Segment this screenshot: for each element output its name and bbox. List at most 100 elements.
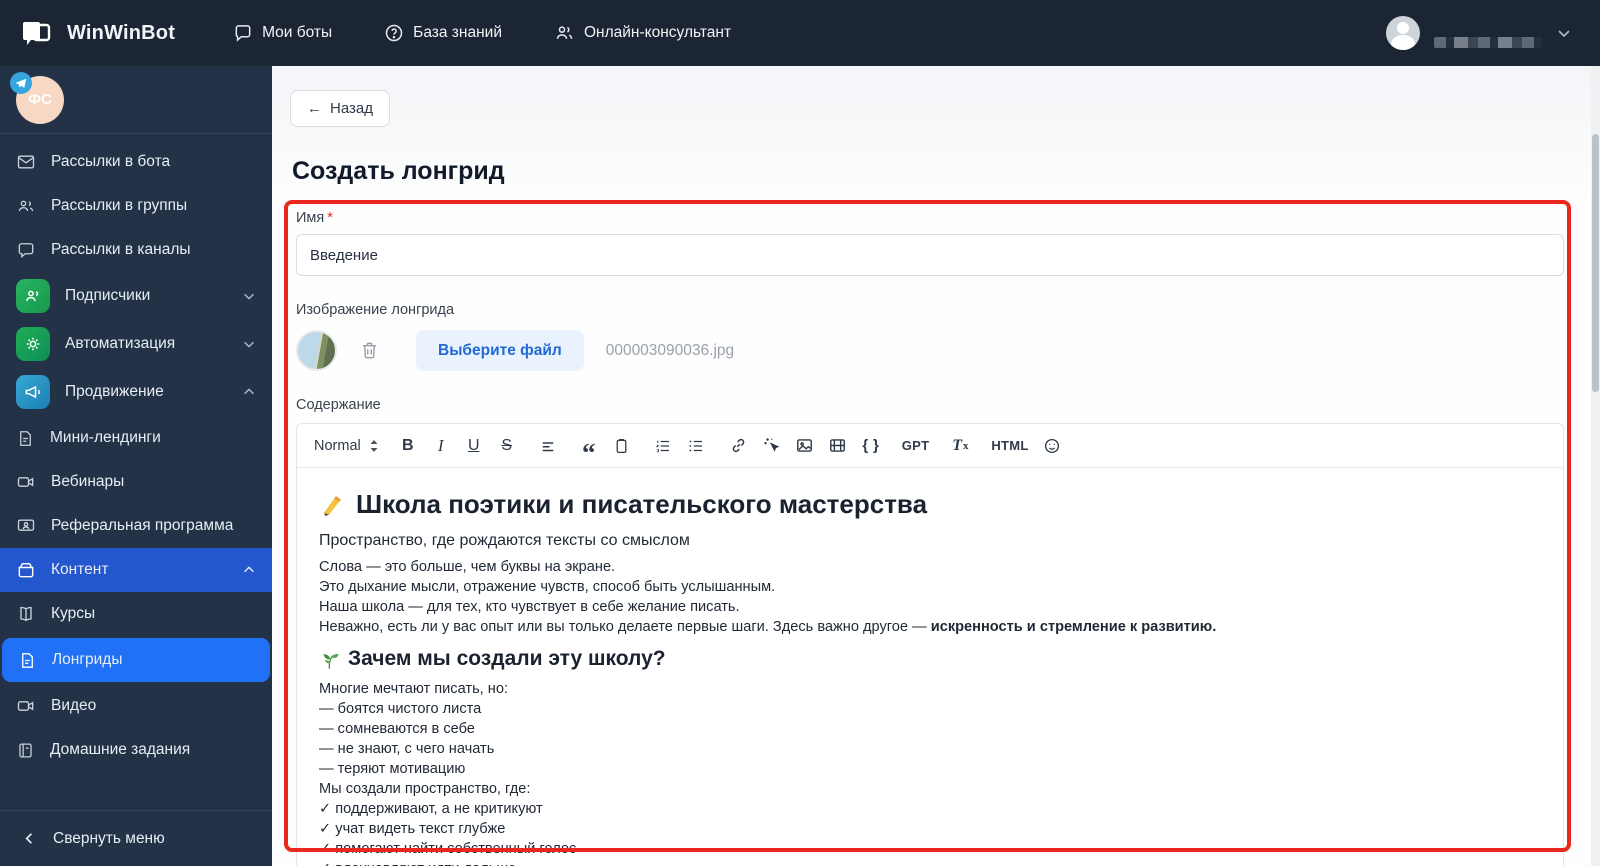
strikethrough-button[interactable]: S	[494, 431, 520, 461]
list-item: — боятся чистого листа	[319, 701, 482, 717]
italic-button[interactable]: I	[428, 431, 454, 461]
list-item: ✓ поддерживают, а не критикуют	[319, 801, 543, 817]
nav-knowledge-base[interactable]: База знаний	[384, 23, 502, 43]
editor-toolbar: Normal B I U S “ {} GPT T x HTML	[297, 424, 1563, 468]
question-circle-icon	[384, 23, 404, 43]
sidebar-item-automation[interactable]: Автоматизация	[0, 320, 272, 368]
scrollbar-track[interactable]	[1591, 66, 1600, 866]
sidebar-item-longreads[interactable]: Лонгриды	[2, 638, 270, 682]
subscribers-icon	[16, 279, 50, 313]
writing-hand-emoji	[319, 491, 346, 518]
brand[interactable]: WinWinBot	[20, 16, 175, 50]
telegram-badge-icon	[10, 71, 32, 94]
image-thumbnail[interactable]	[296, 330, 337, 371]
page-title: Создать лонгрид	[292, 157, 505, 185]
back-button[interactable]: ← Назад	[290, 90, 390, 127]
gpt-button[interactable]: GPT	[899, 431, 933, 461]
sidebar-profile[interactable]: ФС	[0, 66, 272, 134]
required-asterisk: *	[327, 210, 333, 226]
clipboard-button[interactable]	[609, 431, 635, 461]
blockquote-button[interactable]: “	[576, 431, 602, 466]
sidebar: ФС Рассылки в бота Рассылки в группы Рас…	[0, 66, 272, 866]
envelope-icon	[16, 152, 36, 172]
name-label: Имя *	[296, 210, 333, 226]
sidebar-item-subscribers[interactable]: Подписчики	[0, 272, 272, 320]
sidebar-item-mini-landings[interactable]: Мини-лендинги	[0, 416, 272, 460]
sidebar-item-content[interactable]: Контент	[0, 548, 272, 592]
nav-online-consultant-label: Онлайн-консультант	[583, 24, 732, 41]
sidebar-nav: Рассылки в бота Рассылки в группы Рассыл…	[0, 134, 272, 810]
sidebar-item-broadcast-bot[interactable]: Рассылки в бота	[0, 140, 272, 184]
video-embed-button[interactable]	[825, 431, 851, 461]
underline-button[interactable]: U	[461, 431, 487, 461]
sidebar-item-courses[interactable]: Курсы	[0, 592, 272, 636]
redacted-bot-name	[78, 84, 220, 116]
paragraph: Это дыхание мысли, отражение чувств, спо…	[319, 579, 776, 595]
paragraph: Многие мечтают писать, но:	[319, 681, 509, 697]
rich-text-editor: Normal B I U S “ {} GPT T x HTML Школа …	[296, 423, 1564, 866]
chevron-down-icon	[242, 289, 256, 303]
magic-cursor-button[interactable]	[759, 431, 785, 461]
clear-formatting-button[interactable]: Tx	[947, 431, 973, 461]
chevron-down-icon	[242, 337, 256, 351]
winwinbot-app: WinWinBot Мои боты База знаний Онлайн-ко…	[0, 0, 1600, 866]
nav-my-bots-label: Мои боты	[262, 24, 333, 41]
image-row: Выберите файл 000003090036.jpg	[296, 330, 1564, 371]
delete-image-button[interactable]	[359, 340, 380, 361]
chevron-left-icon	[22, 831, 37, 846]
top-nav: Мои боты База знаний Онлайн-консультант	[233, 23, 731, 43]
gear-icon	[16, 327, 50, 361]
bullet-list-button[interactable]	[683, 431, 709, 461]
choose-file-button[interactable]: Выберите файл	[416, 330, 584, 371]
html-button[interactable]: HTML	[988, 431, 1031, 461]
longread-h1: Школа поэтики и писательского мастерства	[319, 489, 1541, 520]
paragraph-style-select[interactable]: Normal	[311, 431, 382, 461]
name-input[interactable]	[296, 234, 1564, 276]
list-item: — теряют мотивацию	[319, 761, 466, 777]
sidebar-item-video[interactable]: Видео	[0, 684, 272, 728]
main-content: ← Назад Создать лонгрид Имя* Изображение…	[272, 66, 1600, 866]
open-book-icon	[16, 604, 36, 624]
link-button[interactable]	[726, 431, 752, 461]
sidebar-item-homework[interactable]: Домашние задания	[0, 728, 272, 772]
select-arrows-icon	[369, 439, 379, 453]
chat-bubble-icon	[233, 23, 253, 43]
list-item: ✓ вдохновляют идти дальше	[319, 859, 1541, 866]
paragraph: Неважно, есть ли у вас опыт или вы тольк…	[319, 619, 1217, 635]
nav-knowledge-base-label: База знаний	[413, 24, 502, 41]
list-item: — не знают, с чего начать	[319, 741, 495, 757]
trash-icon	[359, 340, 380, 361]
speech-bubble-icon	[16, 240, 36, 260]
video-camera-icon	[16, 696, 36, 716]
archive-box-icon	[16, 560, 36, 580]
users-icon	[16, 196, 36, 216]
video-camera-icon	[16, 472, 36, 492]
sidebar-item-promotion[interactable]: Продвижение	[0, 368, 272, 416]
nav-online-consultant[interactable]: Онлайн-консультант	[554, 23, 731, 43]
file-name: 000003090036.jpg	[605, 341, 735, 359]
bot-avatar: ФС	[10, 71, 64, 124]
megaphone-icon	[16, 375, 50, 409]
brand-title: WinWinBot	[67, 21, 176, 44]
sidebar-item-webinars[interactable]: Вебинары	[0, 460, 272, 504]
sidebar-item-broadcast-channels[interactable]: Рассылки в каналы	[0, 228, 272, 272]
chevron-up-icon	[242, 385, 256, 399]
ordered-list-button[interactable]	[650, 431, 676, 461]
sidebar-item-referral-program[interactable]: Реферальная программа	[0, 504, 272, 548]
image-button[interactable]	[792, 431, 818, 461]
emoji-button[interactable]	[1039, 431, 1065, 461]
collapse-menu-button[interactable]: Свернуть меню	[0, 810, 272, 866]
nav-my-bots[interactable]: Мои боты	[233, 23, 332, 43]
sidebar-item-broadcast-groups[interactable]: Рассылки в группы	[0, 184, 272, 228]
people-icon	[554, 23, 575, 43]
scrollbar-thumb[interactable]	[1592, 134, 1599, 392]
code-braces-button[interactable]: { }	[858, 431, 884, 461]
list-item: ✓ помогают найти собственный голос	[319, 841, 577, 857]
user-menu[interactable]	[1386, 16, 1572, 50]
editor-content[interactable]: Школа поэтики и писательского мастерства…	[297, 468, 1563, 866]
align-button[interactable]	[535, 431, 561, 461]
bold-button[interactable]: B	[395, 431, 421, 461]
notebook-icon	[16, 741, 35, 760]
monitor-person-icon	[16, 516, 36, 536]
document-icon	[16, 429, 35, 448]
